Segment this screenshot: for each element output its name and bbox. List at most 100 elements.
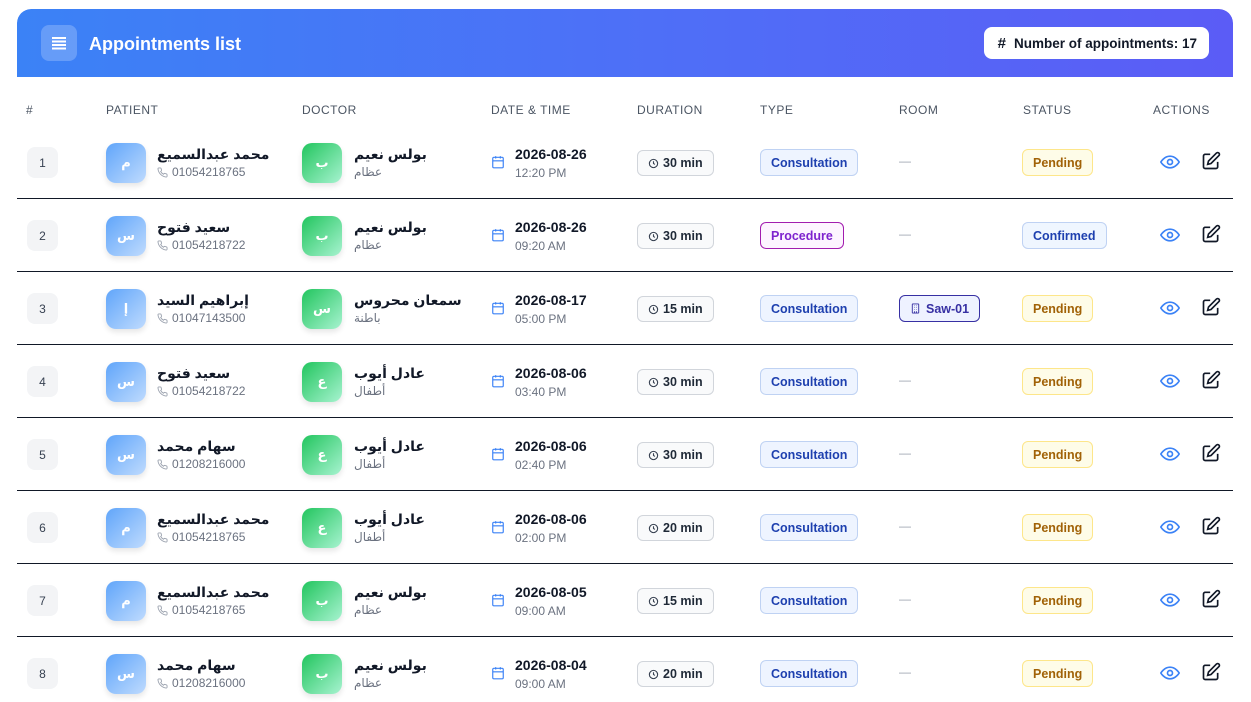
patient-phone: 01054218722	[157, 238, 245, 252]
row-number: 5	[27, 439, 58, 470]
doctor-specialty: أطفال	[354, 530, 386, 544]
view-icon[interactable]	[1160, 371, 1180, 391]
appointments-count-label: Number of appointments: 17	[1013, 35, 1197, 51]
clock-icon	[648, 304, 659, 314]
appointments-card: Appointments list # Number of appointmen…	[17, 9, 1233, 702]
table-row: 2 س سعيد فتوح 01054218722 ب بولس نعيم عظ…	[17, 199, 1233, 272]
type-badge: Consultation	[760, 660, 859, 687]
duration-value: 30 min	[663, 448, 703, 462]
edit-icon[interactable]	[1201, 662, 1221, 682]
appointment-time: 09:00 AM	[515, 604, 566, 618]
column-header-status: STATUS	[1023, 103, 1072, 117]
clock-icon	[648, 231, 659, 241]
table-row: 6 م محمد عبدالسميع 01054218765 ع عادل أي…	[17, 491, 1233, 564]
phone-icon	[157, 166, 168, 177]
patient-phone: 01208216000	[157, 676, 245, 690]
appointment-date: 2026-08-26	[515, 219, 587, 235]
patient-name: إبراهيم السيد	[157, 292, 249, 308]
table-row: 7 م محمد عبدالسميع 01054218765 ب بولس نع…	[17, 564, 1233, 637]
patient-phone: 01054218765	[157, 530, 245, 544]
patient-phone-number: 01208216000	[172, 676, 246, 690]
appointment-date: 2026-08-05	[515, 584, 587, 600]
duration-value: 15 min	[663, 302, 703, 316]
appointment-date: 2026-08-04	[515, 657, 587, 673]
appointment-date: 2026-08-06	[515, 511, 587, 527]
type-badge: Consultation	[760, 295, 859, 322]
patient-avatar: س	[106, 216, 146, 256]
view-icon[interactable]	[1160, 444, 1180, 464]
doctor-avatar: ع	[302, 435, 342, 475]
view-icon[interactable]	[1160, 298, 1180, 318]
edit-icon[interactable]	[1201, 151, 1221, 171]
calendar-icon	[492, 375, 504, 388]
room-empty: —	[899, 227, 911, 241]
appointment-time: 09:00 AM	[515, 677, 566, 691]
column-header-patient: PATIENT	[106, 103, 159, 117]
room-empty: —	[899, 446, 911, 460]
patient-avatar: م	[106, 581, 146, 621]
view-icon[interactable]	[1160, 152, 1180, 172]
doctor-avatar: ب	[302, 216, 342, 256]
patient-avatar: س	[106, 362, 146, 402]
table-row: 4 س سعيد فتوح 01054218722 ع عادل أيوب أط…	[17, 345, 1233, 418]
calendar-icon	[492, 521, 504, 534]
status-badge: Pending	[1022, 368, 1094, 395]
type-badge: Consultation	[760, 587, 859, 614]
status-badge: Pending	[1022, 295, 1094, 322]
table-row: 5 س سهام محمد 01208216000 ع عادل أيوب أط…	[17, 418, 1233, 491]
row-number: 1	[27, 147, 58, 178]
appointment-time: 09:20 AM	[515, 239, 566, 253]
edit-icon[interactable]	[1201, 589, 1221, 609]
appointments-count-badge: # Number of appointments: 17	[983, 27, 1209, 59]
duration-value: 30 min	[663, 156, 703, 170]
edit-icon[interactable]	[1201, 443, 1221, 463]
doctor-name: بولس نعيم	[354, 146, 427, 162]
type-badge: Procedure	[760, 222, 844, 249]
doctor-specialty: عظام	[354, 165, 383, 179]
page-title: Appointments list	[89, 34, 241, 54]
patient-phone-number: 01054218722	[172, 238, 246, 252]
view-icon[interactable]	[1160, 517, 1180, 537]
room-name: Saw-01	[926, 301, 970, 316]
column-header-date-time: DATE & TIME	[491, 103, 571, 117]
view-icon[interactable]	[1160, 663, 1180, 683]
doctor-name: سمعان محروس	[354, 292, 462, 308]
clock-icon	[648, 377, 659, 387]
hash-icon: #	[997, 34, 1006, 52]
row-number: 8	[27, 658, 58, 689]
patient-phone-number: 01054218765	[172, 165, 246, 179]
doctor-name: بولس نعيم	[354, 219, 427, 235]
room-empty: —	[899, 373, 911, 387]
column-header-type: TYPE	[760, 103, 794, 117]
menu-button[interactable]	[41, 25, 77, 61]
column-header-duration: DURATION	[637, 103, 703, 117]
edit-icon[interactable]	[1201, 370, 1221, 390]
patient-phone-number: 01054218765	[172, 603, 246, 617]
doctor-specialty: عظام	[354, 676, 383, 690]
edit-icon[interactable]	[1201, 224, 1221, 244]
duration-value: 30 min	[663, 229, 703, 243]
view-icon[interactable]	[1160, 225, 1180, 245]
patient-phone-number: 01208216000	[172, 457, 246, 471]
patient-phone: 01047143500	[157, 311, 245, 325]
type-badge: Consultation	[760, 368, 859, 395]
doctor-specialty: عظام	[354, 603, 383, 617]
calendar-icon	[492, 156, 504, 169]
column-header-room: ROOM	[899, 103, 939, 117]
duration-badge: 30 min	[637, 442, 714, 468]
edit-icon[interactable]	[1201, 297, 1221, 317]
calendar-icon	[492, 594, 504, 607]
duration-value: 15 min	[663, 594, 703, 608]
appointment-time: 02:40 PM	[515, 458, 567, 472]
type-badge: Consultation	[760, 441, 859, 468]
view-icon[interactable]	[1160, 590, 1180, 610]
patient-phone-number: 01054218722	[172, 384, 246, 398]
phone-icon	[157, 604, 168, 615]
doctor-specialty: باطنة	[354, 311, 381, 325]
page-header: Appointments list # Number of appointmen…	[17, 9, 1233, 77]
duration-badge: 20 min	[637, 661, 714, 687]
appointment-time: 12:20 PM	[515, 166, 567, 180]
doctor-avatar: س	[302, 289, 342, 329]
column-header-number: #	[26, 103, 34, 117]
edit-icon[interactable]	[1201, 516, 1221, 536]
